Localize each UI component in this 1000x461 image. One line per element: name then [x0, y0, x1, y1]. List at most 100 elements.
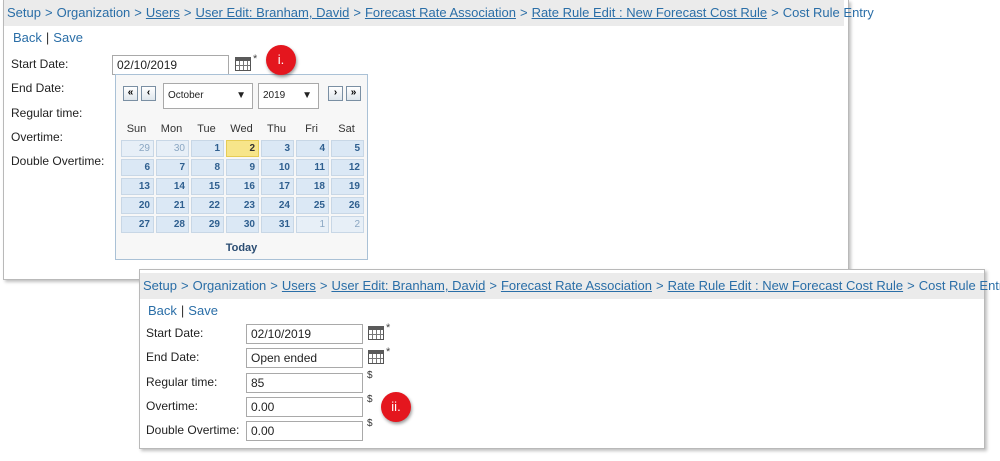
breadcrumb-separator: >	[180, 278, 189, 293]
regular-time-label: Regular time:	[11, 106, 83, 120]
start-date-input[interactable]	[112, 55, 229, 75]
breadcrumb-separator: >	[489, 278, 497, 293]
calendar-day[interactable]: 5	[331, 140, 364, 157]
currency-unit: $	[367, 370, 373, 381]
regular-time-input[interactable]	[246, 373, 363, 393]
action-links: Back | Save	[4, 28, 848, 48]
breadcrumb-item[interactable]: Forecast Rate Association	[501, 278, 652, 293]
calendar-day[interactable]: 2	[226, 140, 259, 157]
breadcrumb-separator: >	[134, 5, 142, 20]
calendar-day[interactable]: 16	[226, 178, 259, 195]
calendar-day[interactable]: 26	[331, 197, 364, 214]
required-mark: *	[386, 322, 391, 334]
save-link[interactable]: Save	[53, 30, 83, 45]
start-date-input[interactable]	[246, 324, 363, 344]
weekday-label: Fri	[305, 123, 318, 135]
calendar-day[interactable]: 21	[156, 197, 189, 214]
next-month-button[interactable]: ›	[328, 86, 343, 101]
breadcrumb-separator: >	[907, 278, 915, 293]
date-picker-popup: « ‹ October ▼ 2019 ▼ › » Sun Mon Tue Wed Thu…	[115, 74, 368, 260]
calendar-day[interactable]: 18	[296, 178, 329, 195]
calendar-day[interactable]: 10	[261, 159, 294, 176]
calendar-icon[interactable]	[235, 57, 251, 71]
calendar-day[interactable]: 31	[261, 216, 294, 233]
currency-unit: $	[367, 418, 373, 429]
breadcrumb-item[interactable]: Cost Rule Entry	[919, 278, 1000, 293]
breadcrumb-item[interactable]: User Edit: Branham, David	[331, 278, 485, 293]
overtime-label: Overtime:	[11, 130, 64, 144]
breadcrumb-separator: >	[655, 278, 664, 293]
calendar-day[interactable]: 14	[156, 178, 189, 195]
breadcrumb-item[interactable]: Organization	[57, 5, 131, 20]
double-overtime-label: Double Overtime:	[146, 423, 240, 437]
calendar-day[interactable]: 8	[191, 159, 224, 176]
calendar-day[interactable]: 11	[296, 159, 329, 176]
month-select[interactable]: October ▼	[163, 83, 253, 109]
today-button[interactable]: Today	[116, 242, 367, 254]
calendar-day[interactable]: 2	[331, 216, 364, 233]
step-marker-ii: ii.	[381, 392, 411, 422]
start-date-label: Start Date:	[146, 326, 204, 340]
calendar-day[interactable]: 29	[121, 140, 154, 157]
calendar-day[interactable]: 1	[296, 216, 329, 233]
breadcrumb-item[interactable]: Users	[146, 5, 180, 20]
calendar-day[interactable]: 7	[156, 159, 189, 176]
back-link[interactable]: Back	[13, 30, 42, 45]
calendar-day[interactable]: 1	[191, 140, 224, 157]
save-link[interactable]: Save	[188, 303, 218, 318]
weekday-label: Wed	[230, 123, 253, 135]
calendar-day[interactable]: 25	[296, 197, 329, 214]
breadcrumb-separator: >	[353, 5, 361, 20]
breadcrumb-item[interactable]: Rate Rule Edit : New Forecast Cost Rule	[668, 278, 904, 293]
start-date-label: Start Date:	[11, 57, 69, 71]
calendar-day[interactable]: 20	[121, 197, 154, 214]
weekday-label: Sat	[338, 123, 355, 135]
regular-time-label: Regular time:	[146, 375, 218, 389]
breadcrumb-item[interactable]: User Edit: Branham, David	[195, 5, 349, 20]
weekday-label: Sun	[126, 123, 147, 135]
year-select-value: 2019	[263, 90, 286, 101]
prev-month-button[interactable]: ‹	[141, 86, 156, 101]
calendar-day[interactable]: 4	[296, 140, 329, 157]
calendar-day[interactable]: 30	[226, 216, 259, 233]
breadcrumb-separator: >	[44, 5, 53, 20]
calendar-day[interactable]: 29	[191, 216, 224, 233]
breadcrumb-separator: >	[771, 5, 779, 20]
calendar-day[interactable]: 9	[226, 159, 259, 176]
back-link[interactable]: Back	[148, 303, 177, 318]
breadcrumb-item[interactable]: Rate Rule Edit : New Forecast Cost Rule	[532, 5, 768, 20]
calendar-icon[interactable]	[368, 350, 384, 364]
action-links: Back | Save	[140, 301, 984, 321]
calendar-day[interactable]: 19	[331, 178, 364, 195]
breadcrumb-separator: >	[319, 278, 328, 293]
calendar-day[interactable]: 27	[121, 216, 154, 233]
breadcrumb-item[interactable]: Organization	[193, 278, 267, 293]
calendar-day[interactable]: 30	[156, 140, 189, 157]
calendar-day[interactable]: 13	[121, 178, 154, 195]
overtime-input[interactable]	[246, 397, 363, 417]
year-select[interactable]: 2019 ▼	[258, 83, 319, 109]
calendar-day[interactable]: 24	[261, 197, 294, 214]
breadcrumb-item[interactable]: Forecast Rate Association	[365, 5, 516, 20]
action-divider: |	[45, 30, 50, 45]
calendar-day[interactable]: 6	[121, 159, 154, 176]
next-year-button[interactable]: »	[346, 86, 361, 101]
calendar-day[interactable]: 3	[261, 140, 294, 157]
breadcrumb-item[interactable]: Users	[282, 278, 316, 293]
breadcrumb-item[interactable]: Cost Rule Entry	[783, 5, 874, 20]
calendar-day[interactable]: 23	[226, 197, 259, 214]
breadcrumb: Setup > Organization > Users > User Edit: Bran…	[140, 273, 1000, 299]
calendar-day[interactable]: 28	[156, 216, 189, 233]
calendar-day[interactable]: 17	[261, 178, 294, 195]
prev-year-button[interactable]: «	[123, 86, 138, 101]
calendar-day[interactable]: 15	[191, 178, 224, 195]
breadcrumb-item[interactable]: Setup	[143, 278, 177, 293]
double-overtime-input[interactable]	[246, 421, 363, 441]
currency-unit: $	[367, 394, 373, 405]
end-date-input[interactable]	[246, 348, 363, 368]
breadcrumb-item[interactable]: Setup	[7, 5, 41, 20]
calendar-icon[interactable]	[368, 326, 384, 340]
calendar-day[interactable]: 22	[191, 197, 224, 214]
calendar-day[interactable]: 12	[331, 159, 364, 176]
month-select-value: October	[168, 90, 204, 101]
